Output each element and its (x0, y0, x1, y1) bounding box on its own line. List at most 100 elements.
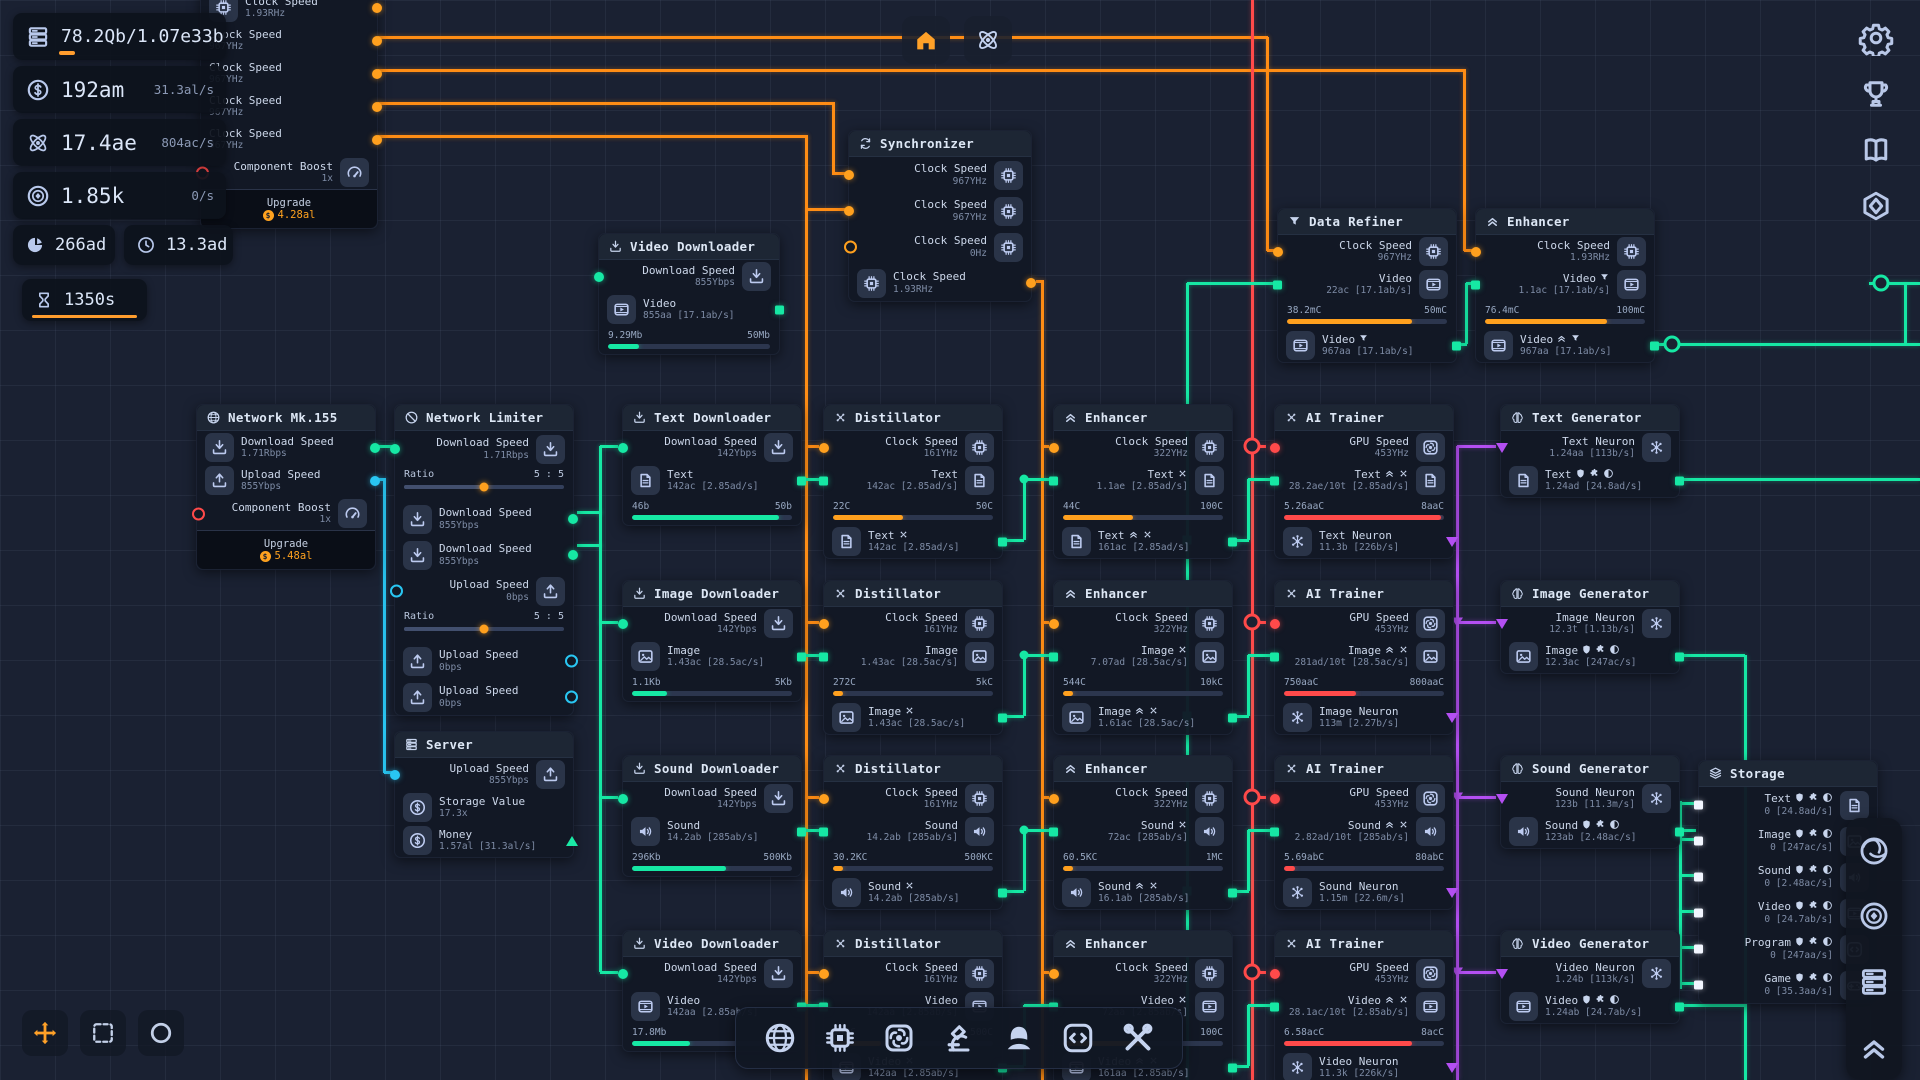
node-synchronizer[interactable]: SynchronizerClock Speed967YHzClock Speed… (848, 130, 1032, 302)
server-button[interactable] (1857, 965, 1891, 999)
port-dot-or[interactable] (1471, 247, 1481, 257)
port-dot-tl[interactable] (618, 969, 628, 979)
port-sq-tl[interactable] (1675, 476, 1684, 485)
port-dot-or[interactable] (372, 36, 382, 46)
port-trid-pu[interactable] (1496, 619, 1508, 629)
port-dot-or[interactable] (1049, 969, 1059, 979)
node-network-limiter[interactable]: Network LimiterDownload Speed1.71RbpsRat… (394, 404, 574, 716)
port-dot-cy[interactable] (370, 476, 380, 486)
ratio-slider[interactable] (404, 627, 564, 631)
port-ring-or[interactable] (844, 241, 857, 254)
port-dot-or[interactable] (819, 969, 829, 979)
port-sq-wh[interactable] (1694, 909, 1703, 918)
node-header[interactable]: Video Downloader (623, 931, 801, 957)
node-video-downloader-top[interactable]: Video DownloaderDownload Speed855YbpsVid… (598, 233, 780, 355)
port-dot-rd[interactable] (1270, 969, 1280, 979)
aperture-button[interactable] (1857, 834, 1891, 868)
port-sq-tl[interactable] (1452, 341, 1461, 350)
node-header[interactable]: Video Generator (1501, 931, 1679, 957)
port-sq-wh[interactable] (1694, 801, 1703, 810)
node-sound-generator[interactable]: Sound GeneratorSound Neuron123b [11.3m/s… (1500, 755, 1680, 849)
port-sq-tl[interactable] (797, 476, 806, 485)
node-data-refiner[interactable]: Data RefinerClock Speed967YHzVideo22ac [… (1277, 208, 1457, 363)
port-dot-or[interactable] (372, 135, 382, 145)
achievements-button[interactable] (1858, 76, 1894, 112)
port-sq-tl[interactable] (797, 827, 806, 836)
port-dot-rd[interactable] (1270, 794, 1280, 804)
node-header[interactable]: Synchronizer (849, 131, 1031, 157)
node-distillator-text[interactable]: DistillatorClock Speed161YHzText142ac [2… (823, 404, 1003, 559)
node-header[interactable]: Sound Generator (1501, 756, 1679, 782)
node-header[interactable]: Text Generator (1501, 405, 1679, 431)
port-sq-tl[interactable] (1270, 1002, 1279, 1011)
node-header[interactable]: Storage (1699, 761, 1877, 787)
port-sq-tl[interactable] (1650, 341, 1659, 350)
node-header[interactable]: Enhancer (1476, 209, 1654, 235)
collapse-button[interactable] (1857, 1030, 1891, 1064)
port-dot-tl[interactable] (594, 272, 604, 282)
node-text-downloader[interactable]: Text DownloaderDownload Speed142YbpsText… (622, 404, 802, 526)
node-header[interactable]: Enhancer (1054, 581, 1232, 607)
port-dot-or[interactable] (372, 69, 382, 79)
port-sq-tl[interactable] (819, 652, 828, 661)
port-dot-or[interactable] (819, 794, 829, 804)
port-dot-or[interactable] (1273, 247, 1283, 257)
port-dot-or[interactable] (1049, 619, 1059, 629)
prestige-button[interactable] (1858, 188, 1894, 224)
home-button[interactable] (902, 16, 950, 64)
port-sq-tl[interactable] (1228, 1063, 1237, 1072)
port-sq-tl[interactable] (1270, 827, 1279, 836)
port-dot-or[interactable] (819, 619, 829, 629)
node-header[interactable]: AI Trainer (1275, 405, 1453, 431)
port-sq-tl[interactable] (1228, 888, 1237, 897)
node-header[interactable]: AI Trainer (1275, 931, 1453, 957)
port-sq-tl[interactable] (1675, 827, 1684, 836)
node-header[interactable]: AI Trainer (1275, 756, 1453, 782)
node-header[interactable]: AI Trainer (1275, 581, 1453, 607)
node-header[interactable]: Enhancer (1054, 756, 1232, 782)
port-sq-tl[interactable] (998, 888, 1007, 897)
port-trid-pu[interactable] (1496, 794, 1508, 804)
port-dot-or[interactable] (372, 102, 382, 112)
port-sq-tl[interactable] (1471, 280, 1480, 289)
node-overclocker[interactable]: Clock Speed1.93RHzClock Speed967YHzClock… (200, 0, 378, 229)
port-dot-or[interactable] (819, 443, 829, 453)
node-server-node[interactable]: ServerUpload Speed855YbpsStorage Value17… (394, 731, 574, 858)
port-trid-pu[interactable] (1446, 1063, 1458, 1073)
node-header[interactable]: Distillator (824, 931, 1002, 957)
port-sq-tl[interactable] (775, 305, 784, 314)
node-header[interactable]: Sound Downloader (623, 756, 801, 782)
port-dot-or[interactable] (372, 3, 382, 13)
node-ai-trainer-text[interactable]: AI TrainerGPU Speed453YHzText28.2ae/10t … (1274, 404, 1454, 559)
port-dot-tl[interactable] (370, 443, 380, 453)
node-header[interactable]: Network Mk.155 (197, 405, 375, 431)
port-sq-tl[interactable] (1049, 476, 1058, 485)
port-dot-cy[interactable] (390, 770, 400, 780)
node-distillator-image[interactable]: DistillatorClock Speed161YHzImage1.43ac … (823, 580, 1003, 735)
port-sq-wh[interactable] (1694, 945, 1703, 954)
port-sq-tl[interactable] (1273, 280, 1282, 289)
port-ring-cy[interactable] (390, 585, 403, 598)
port-sq-tl[interactable] (1049, 827, 1058, 836)
ratio-slider-knob[interactable] (480, 625, 489, 634)
node-header[interactable]: Image Downloader (623, 581, 801, 607)
port-trid-pu[interactable] (1446, 537, 1458, 547)
port-trid-pu[interactable] (1446, 713, 1458, 723)
port-sq-wh[interactable] (1694, 837, 1703, 846)
network-tab-button[interactable] (762, 1020, 798, 1056)
port-sq-tl[interactable] (1675, 652, 1684, 661)
node-ai-trainer-sound[interactable]: AI TrainerGPU Speed453YHzSound2.82ad/10t… (1274, 755, 1454, 910)
port-sq-tl[interactable] (998, 537, 1007, 546)
port-dot-tl[interactable] (568, 514, 578, 524)
port-ring-cy[interactable] (565, 691, 578, 704)
port-sq-tl[interactable] (819, 476, 828, 485)
tools-tab-button[interactable] (1120, 1020, 1156, 1056)
port-sq-tl[interactable] (1270, 476, 1279, 485)
encyclopedia-button[interactable] (1858, 132, 1894, 168)
node-image-generator[interactable]: Image GeneratorImage Neuron12.3t [1.13b/… (1500, 580, 1680, 674)
port-dot-or[interactable] (1049, 443, 1059, 453)
node-header[interactable]: Text Downloader (623, 405, 801, 431)
node-header[interactable]: Video Downloader (599, 234, 779, 260)
port-dot-tl[interactable] (390, 444, 400, 454)
port-ring-rd[interactable] (192, 507, 205, 520)
